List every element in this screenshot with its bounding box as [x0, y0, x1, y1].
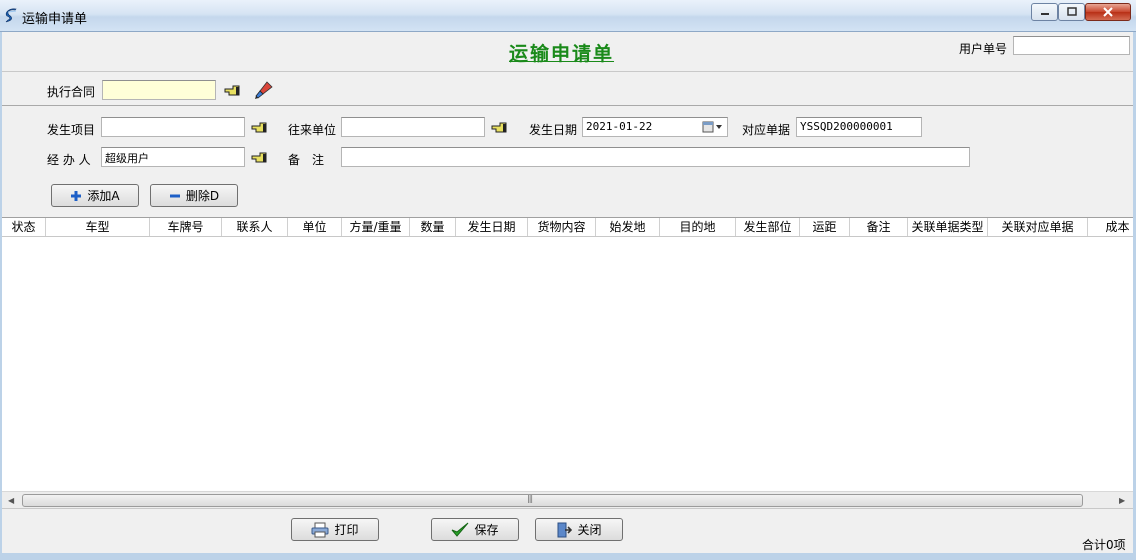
close-form-label: 关闭 — [577, 523, 602, 537]
doc-no-label: 对应单据 — [742, 123, 791, 137]
partner-label: 往来单位 — [288, 123, 337, 137]
save-button[interactable]: 保存 — [431, 518, 519, 541]
close-window-button[interactable] — [1085, 3, 1131, 21]
grid-column-header[interactable]: 成本 — [1088, 218, 1133, 236]
form-client-area: 运输申请单 用户单号 执行合同 发生项目 往来单位 发生日期 2021-01-2… — [2, 32, 1133, 553]
save-label: 保存 — [474, 523, 499, 537]
project-picker-icon[interactable] — [251, 121, 269, 135]
close-icon — [1103, 7, 1113, 17]
contract-picker-icon[interactable] — [224, 84, 242, 98]
partner-input[interactable] — [341, 117, 485, 137]
grid-column-header[interactable]: 发生日期 — [456, 218, 528, 236]
contract-input[interactable] — [102, 80, 216, 100]
minimize-icon — [1040, 13, 1049, 15]
doc-no-input[interactable]: YSSQD200000001 — [796, 117, 922, 137]
user-doc-label: 用户单号 — [959, 42, 1008, 56]
grid-column-header[interactable]: 车型 — [46, 218, 150, 236]
project-input[interactable] — [101, 117, 245, 137]
date-label: 发生日期 — [529, 123, 578, 137]
handler-label: 经 办 人 — [47, 153, 91, 167]
exit-door-icon — [557, 522, 573, 537]
detail-grid[interactable]: 状态 车型 车牌号 联系人 单位 方量/重量 数量 发生日期 货物内容 始发地 目的地 发生部位 运距备… — [2, 217, 1133, 508]
scroll-left-icon[interactable]: ◀ — [8, 496, 14, 505]
grid-column-header[interactable]: 数量 — [410, 218, 456, 236]
window-titlebar: 运输申请单 — [0, 0, 1136, 32]
clear-brush-icon[interactable] — [254, 80, 274, 100]
grid-column-header[interactable]: 方量/重量 — [342, 218, 410, 236]
grid-column-header[interactable]: 状态 — [2, 218, 46, 236]
grid-column-header[interactable]: 始发地 — [596, 218, 660, 236]
detail-form: 发生项目 往来单位 发生日期 2021-01-22 对应单据 YSSQD2000… — [2, 107, 1133, 217]
maximize-icon — [1066, 7, 1077, 16]
header-band: 运输申请单 用户单号 — [2, 32, 1133, 72]
delete-row-label: 删除D — [185, 189, 220, 203]
scrollbar-thumb[interactable] — [22, 494, 1083, 507]
form-title: 运输申请单 — [509, 43, 615, 65]
scroll-right-icon[interactable]: ▶ — [1119, 496, 1125, 505]
calendar-dropdown-icon[interactable] — [702, 121, 724, 133]
minus-icon — [169, 194, 180, 197]
handler-input[interactable]: 超级用户 — [101, 147, 245, 167]
checkmark-icon — [452, 522, 469, 537]
printer-icon — [311, 522, 329, 537]
grid-column-header[interactable]: 关联对应单据 — [988, 218, 1088, 236]
grid-column-header[interactable]: 目的地 — [660, 218, 736, 236]
delete-row-button[interactable]: 删除D — [150, 184, 238, 207]
grid-column-header[interactable]: 发生部位 — [736, 218, 800, 236]
scroll-grip-icon: ||| — [527, 494, 533, 503]
print-label: 打印 — [334, 523, 359, 537]
grid-column-header[interactable]: 备注 — [850, 218, 908, 236]
grid-column-header[interactable]: 运距 — [800, 218, 850, 236]
contract-label: 执行合同 — [47, 85, 96, 99]
grid-column-header[interactable]: 货物内容 — [528, 218, 596, 236]
minimize-button[interactable] — [1031, 3, 1058, 21]
handler-picker-icon[interactable] — [251, 151, 269, 165]
grid-column-header[interactable]: 车牌号 — [150, 218, 222, 236]
remark-input[interactable] — [341, 147, 970, 167]
app-logo-icon — [5, 8, 17, 23]
grid-column-header[interactable]: 联系人 — [222, 218, 288, 236]
grid-column-header[interactable]: 单位 — [288, 218, 342, 236]
project-label: 发生项目 — [47, 123, 96, 137]
partner-picker-icon[interactable] — [491, 121, 509, 135]
maximize-button[interactable] — [1058, 3, 1085, 21]
window-title: 运输申请单 — [22, 12, 88, 27]
contract-band: 执行合同 — [2, 72, 1133, 106]
close-form-button[interactable]: 关闭 — [535, 518, 623, 541]
add-row-label: 添加A — [87, 189, 120, 203]
remark-label: 备 注 — [288, 153, 325, 167]
print-button[interactable]: 打印 — [291, 518, 379, 541]
user-doc-input[interactable] — [1013, 36, 1130, 55]
row-total: 合计0项 — [1082, 538, 1126, 552]
horizontal-scrollbar[interactable]: ◀ ||| ▶ — [2, 491, 1133, 508]
grid-header-row: 状态 车型 车牌号 联系人 单位 方量/重量 数量 发生日期 货物内容 始发地 目的地 发生部位 运距备… — [2, 218, 1133, 237]
add-row-button[interactable]: 添加A — [51, 184, 139, 207]
footer-bar: 打印 保存 关闭 合计0项 — [2, 508, 1133, 553]
plus-icon — [71, 190, 82, 201]
grid-column-header[interactable]: 关联单据类型 — [908, 218, 988, 236]
